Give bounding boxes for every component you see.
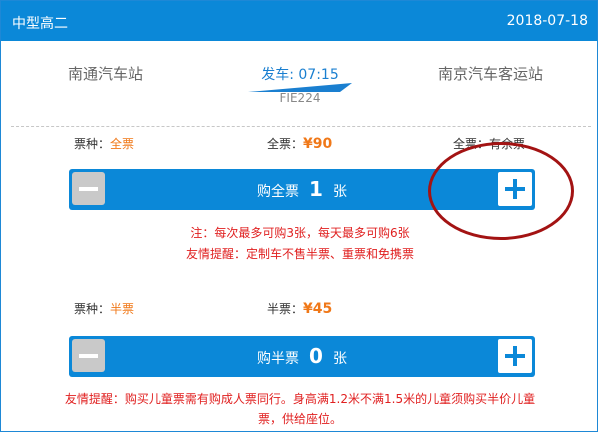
child-ticket-reminder: 友情提醒：购买儿童票需有购成人票同行。身高满1.2米不满1.5米的儿童须购买半价…	[64, 392, 536, 406]
custom-bus-reminder: 友情提醒：定制车不售半票、重票和免携票	[185, 247, 414, 261]
ticket-price: 全票：¥90	[267, 136, 333, 152]
half-ticket-info-row: 票种：半票 半票：¥45	[1, 300, 597, 318]
child-ticket-reminder-cont: 票，供给座位。	[257, 412, 342, 426]
full-ticket-count: 1	[309, 177, 323, 201]
ticket-panel: 中型高二 2018-07-18 南通汽车站 发车: 07:15 FIE224 南…	[0, 0, 598, 432]
half-ticket-plus-button[interactable]	[498, 339, 532, 373]
divider	[11, 126, 591, 127]
bus-type-title: 中型高二	[12, 16, 68, 32]
travel-date: 2018-07-18	[506, 13, 588, 29]
route-number: FIE224	[279, 91, 321, 105]
header-bar: 中型高二 2018-07-18	[1, 1, 597, 41]
destination-station: 南京汽车客运站	[438, 65, 544, 83]
ticket-type: 票种：全票	[74, 137, 135, 151]
half-ticket-quantity-label: 购半票 0 张	[257, 344, 347, 368]
annotation-circle	[428, 142, 574, 240]
half-ticket-quantity-bar: 购半票 0 张	[69, 336, 535, 377]
ticket-type: 票种：半票	[74, 302, 135, 316]
half-ticket-count: 0	[309, 344, 323, 368]
ticket-price: 半票：¥45	[267, 301, 333, 317]
